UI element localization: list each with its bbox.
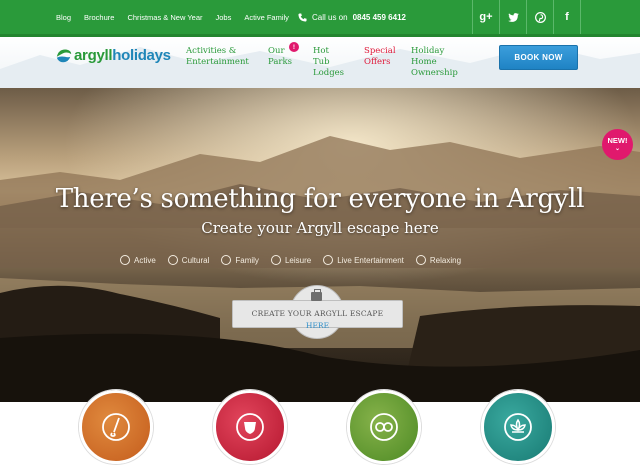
category-thumb-active[interactable] (79, 390, 153, 464)
nav-label-line1: Hot Tub (313, 46, 330, 67)
top-link-active-family[interactable]: Active Family (244, 13, 289, 22)
nav-item-special-offers[interactable]: Special Offers (364, 46, 396, 68)
site-logo[interactable]: argyllholidays (55, 46, 171, 64)
top-link-blog[interactable]: Blog (56, 13, 71, 22)
top-link-jobs[interactable]: Jobs (215, 13, 231, 22)
relaxing-icon (504, 413, 532, 441)
nav-label-line2: Ownership (411, 68, 458, 78)
category-thumb-relaxing[interactable] (481, 390, 555, 464)
nav-label-line2: Entertainment (186, 57, 249, 67)
category-family[interactable]: Family (221, 255, 259, 265)
category-leisure[interactable]: Leisure (270, 255, 312, 265)
nav-label-line1: Holiday Home (411, 46, 445, 67)
cta-here-link[interactable]: HERE (232, 321, 403, 330)
new-badge[interactable]: NEW! ⌄ (602, 129, 633, 160)
category-thumb-family[interactable] (347, 390, 421, 464)
cultural-icon (167, 255, 178, 265)
active-icon (102, 413, 130, 441)
notification-badge: ! (289, 42, 299, 52)
top-bar: Blog Brochure Christmas & New Year Jobs … (0, 0, 640, 37)
category-active[interactable]: Active (120, 255, 156, 265)
family-icon (370, 413, 398, 441)
nav-label-line1: Special (364, 46, 396, 56)
category-live-entertainment[interactable]: Live Entertainment (323, 255, 404, 265)
nav-item-our-parks[interactable]: Our Parks (268, 46, 292, 68)
phone-icon (298, 12, 307, 22)
category-label: Active (134, 255, 156, 265)
family-icon (221, 255, 232, 265)
nav-label-line2: Lodges (313, 68, 345, 78)
hero-banner: There’s something for everyone in Argyll… (0, 88, 640, 402)
hero-title: There’s something for everyone in Argyll (55, 184, 585, 214)
active-icon (120, 255, 130, 265)
logo-text-argyll: argyll (74, 46, 113, 64)
category-thumb-cultural[interactable] (213, 390, 287, 464)
new-badge-label: NEW! (607, 135, 628, 145)
live-entertainment-icon (323, 255, 334, 265)
cta-label[interactable]: CREATE YOUR ARGYLL ESCAPE (232, 309, 403, 318)
cultural-icon (236, 413, 264, 441)
nav-item-hot-tub-lodges[interactable]: Hot Tub Lodges (313, 46, 344, 79)
leisure-icon (270, 255, 281, 265)
hero-landscape-image (0, 88, 640, 402)
top-link-christmas[interactable]: Christmas & New Year (127, 13, 202, 22)
category-cultural[interactable]: Cultural (167, 255, 210, 265)
book-now-button[interactable]: BOOK NOW (499, 45, 578, 70)
phone-number[interactable]: 0845 459 6412 (353, 13, 406, 22)
top-link-brochure[interactable]: Brochure (84, 13, 114, 22)
top-links: Blog Brochure Christmas & New Year Jobs … (56, 0, 289, 34)
suitcase-icon (311, 289, 322, 301)
google-plus-icon[interactable]: g+ (472, 0, 499, 34)
phone-prefix: Call us on (312, 12, 348, 22)
chevron-down-icon: ⌄ (614, 145, 621, 152)
phone-contact[interactable]: Call us on 0845 459 6412 (298, 0, 406, 34)
nav-label-line2: Offers (364, 57, 391, 67)
nav-label-line2: Parks (268, 57, 292, 67)
logo-swirl-icon (56, 49, 72, 63)
category-label: Leisure (284, 255, 312, 265)
pinterest-icon[interactable] (526, 0, 553, 34)
social-links: g+ f (472, 0, 581, 34)
category-label: Family (235, 255, 259, 265)
hero-subtitle: Create your Argyll escape here (201, 219, 439, 237)
nav-item-activities[interactable]: Activities & Entertainment (186, 46, 249, 68)
relaxing-icon (415, 255, 426, 265)
twitter-icon[interactable] (499, 0, 526, 34)
logo-text-holidays: holidays (112, 46, 171, 64)
category-filters: Active Cultural Family Leisure Live Ente… (120, 254, 473, 266)
facebook-icon[interactable]: f (553, 0, 581, 34)
category-relaxing[interactable]: Relaxing (415, 255, 462, 265)
category-label: Relaxing (429, 255, 462, 265)
category-label: Live Entertainment (337, 255, 404, 265)
nav-label-line1: Activities & (186, 46, 237, 56)
category-label: Cultural (181, 255, 210, 265)
nav-item-holiday-home-ownership[interactable]: Holiday Home Ownership (411, 46, 458, 79)
